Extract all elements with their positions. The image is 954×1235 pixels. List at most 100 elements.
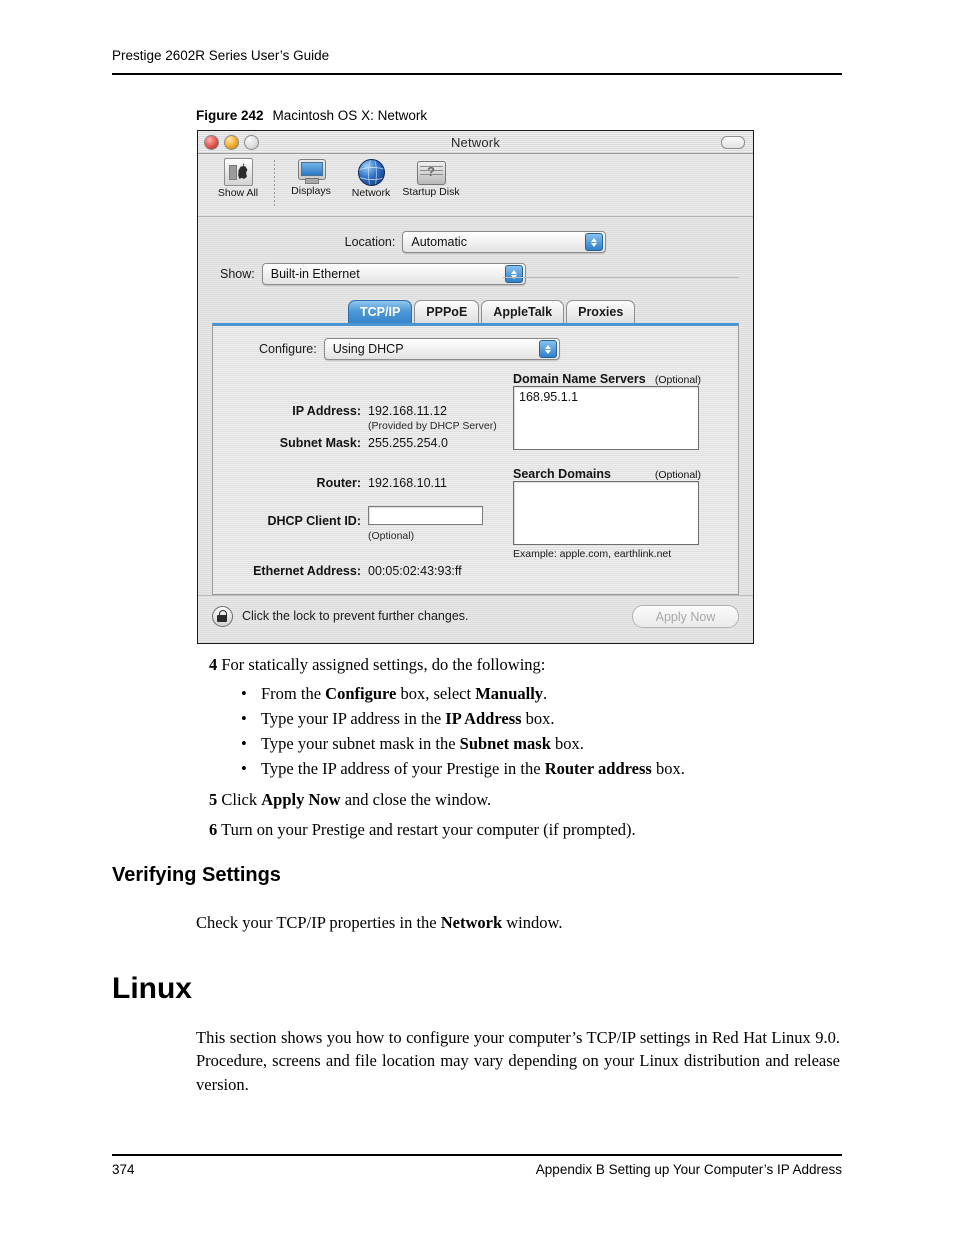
zoom-button [244, 135, 259, 150]
toolbar-separator [274, 160, 275, 208]
search-domains-title: Search Domains (Optional) [513, 467, 701, 481]
show-row: Show: Built-in Ethernet [198, 253, 753, 285]
lock-message: Click the lock to prevent further change… [242, 609, 469, 623]
step-6: 6 Turn on your Prestige and restart your… [209, 819, 636, 841]
network-preferences-window: Network Show All Displays Network Startu… [197, 130, 754, 644]
ip-address-value: 192.168.11.12 [368, 404, 448, 418]
step-4: 4 For statically assigned settings, do t… [209, 654, 545, 676]
header-divider [112, 73, 842, 75]
display-icon [297, 158, 326, 184]
search-domains-example: Example: apple.com, earthlink.net [513, 548, 672, 560]
ip-address-label: IP Address: [292, 404, 361, 418]
tab-pppoe[interactable]: PPPoE [414, 300, 480, 323]
location-label: Location: [344, 235, 396, 249]
configure-row: Configure: Using DHCP [213, 326, 738, 360]
chevron-updown-icon [538, 340, 557, 358]
ethernet-address-row: Ethernet Address: 00:05:02:43:93:ff [213, 564, 513, 578]
lock-icon[interactable] [212, 605, 233, 627]
toolbar-label-network: Network [351, 187, 391, 199]
ip-address-note: (Provided by DHCP Server) [368, 420, 497, 432]
bullet-dot: • [241, 759, 247, 778]
dns-label: Domain Name Servers [513, 372, 646, 386]
search-domains-label: Search Domains [513, 467, 611, 481]
dns-title: Domain Name Servers (Optional) [513, 372, 701, 386]
traffic-lights [204, 135, 259, 150]
ethernet-address-label: Ethernet Address: [253, 564, 361, 578]
chevron-updown-icon [504, 265, 523, 283]
linux-paragraph: This section shows you how to configure … [196, 1028, 840, 1094]
figure-title: Macintosh OS X: Network [272, 108, 428, 123]
search-domains-textarea[interactable] [513, 481, 699, 545]
show-all-icon [223, 158, 253, 186]
toolbar-item-displays[interactable]: Displays [281, 158, 341, 197]
ip-address-row: IP Address: 192.168.11.12 [213, 404, 513, 418]
verifying-settings-heading: Verifying Settings [112, 864, 281, 886]
toolbar-toggle-button[interactable] [721, 136, 745, 149]
dhcp-client-id-note: (Optional) [368, 530, 415, 542]
show-value: Built-in Ethernet [270, 267, 360, 281]
show-select[interactable]: Built-in Ethernet [261, 263, 526, 285]
step-4-number: 4 [209, 655, 218, 674]
toolbar-item-network[interactable]: Network [341, 158, 401, 199]
step-5-number: 5 [209, 790, 218, 809]
dns-textarea[interactable]: 168.95.1.1 [513, 386, 699, 450]
toolbar-item-startup-disk[interactable]: Startup Disk [401, 158, 461, 198]
bullet-4: • Type the IP address of your Prestige i… [241, 759, 685, 779]
tcpip-left-column: IP Address: 192.168.11.12 (Provided by D… [213, 372, 513, 580]
subnet-mask-label: Subnet Mask: [279, 436, 361, 450]
tcpip-panel: Configure: Using DHCP IP Address: 192.16… [212, 323, 739, 595]
close-button[interactable] [204, 135, 219, 150]
footer-appendix-title: Appendix B Setting up Your Computer’s IP… [535, 1162, 842, 1177]
bullet-4-text: Type the IP address of your Prestige in … [261, 759, 685, 778]
toolbar-label-show-all: Show All [217, 187, 259, 199]
preferences-toolbar: Show All Displays Network Startup Disk [198, 154, 753, 217]
step-5-text: Click Apply Now and close the window. [221, 790, 492, 809]
toolbar-label-displays: Displays [291, 185, 331, 197]
configure-value: Using DHCP [332, 342, 404, 356]
bullet-dot: • [241, 709, 247, 728]
dhcp-client-id-row: DHCP Client ID: [213, 506, 513, 528]
page-number: 374 [112, 1162, 135, 1177]
footer-divider [112, 1154, 842, 1156]
minimize-button[interactable] [224, 135, 239, 150]
figure-caption: Figure 242 Macintosh OS X: Network [196, 108, 427, 123]
configure-select[interactable]: Using DHCP [323, 338, 560, 360]
tab-appletalk[interactable]: AppleTalk [481, 300, 565, 323]
ethernet-address-value: 00:05:02:43:93:ff [368, 564, 462, 578]
tab-proxies[interactable]: Proxies [566, 300, 636, 323]
bullet-2: • Type your IP address in the IP Address… [241, 709, 555, 729]
figure-number: Figure 242 [196, 108, 264, 123]
tab-tcpip[interactable]: TCP/IP [348, 300, 413, 323]
subnet-mask-row: Subnet Mask: 255.255.254.0 [213, 436, 513, 450]
bullet-2-text: Type your IP address in the IP Address b… [261, 709, 555, 728]
bullet-dot: • [241, 734, 247, 753]
step-4-text: For statically assigned settings, do the… [221, 655, 546, 674]
globe-icon [357, 159, 385, 186]
show-label: Show: [220, 267, 255, 281]
step-5: 5 Click Apply Now and close the window. [209, 789, 491, 811]
toolbar-label-startup-disk: Startup Disk [402, 186, 460, 198]
running-header: Prestige 2602R Series User’s Guide [112, 48, 330, 63]
startup-disk-icon [416, 161, 446, 185]
location-value: Automatic [411, 235, 467, 249]
configure-label: Configure: [259, 342, 317, 356]
location-row: Location: Automatic [198, 217, 753, 253]
router-label: Router: [316, 476, 361, 490]
apply-now-button[interactable]: Apply Now [632, 605, 739, 628]
dhcp-client-id-input[interactable] [368, 506, 483, 525]
preferences-body: Location: Automatic Show: Built-in Ether… [198, 217, 753, 628]
dhcp-client-id-label: DHCP Client ID: [267, 514, 361, 528]
bullet-3-text: Type your subnet mask in the Subnet mask… [261, 734, 584, 753]
linux-heading: Linux [112, 972, 192, 1005]
window-titlebar[interactable]: Network [198, 131, 753, 154]
window-title: Network [450, 134, 501, 150]
router-row: Router: 192.168.10.11 [213, 476, 513, 490]
location-select[interactable]: Automatic [402, 231, 607, 253]
search-domains-optional-label: (Optional) [654, 469, 701, 481]
bullet-dot: • [241, 684, 247, 703]
bullet-1-text: From the Configure box, select Manually. [261, 684, 548, 703]
verifying-settings-paragraph: Check your TCP/IP properties in the Netw… [196, 913, 563, 932]
dns-optional-label: (Optional) [654, 374, 701, 386]
step-6-number: 6 [209, 820, 218, 839]
toolbar-item-show-all[interactable]: Show All [208, 158, 268, 199]
